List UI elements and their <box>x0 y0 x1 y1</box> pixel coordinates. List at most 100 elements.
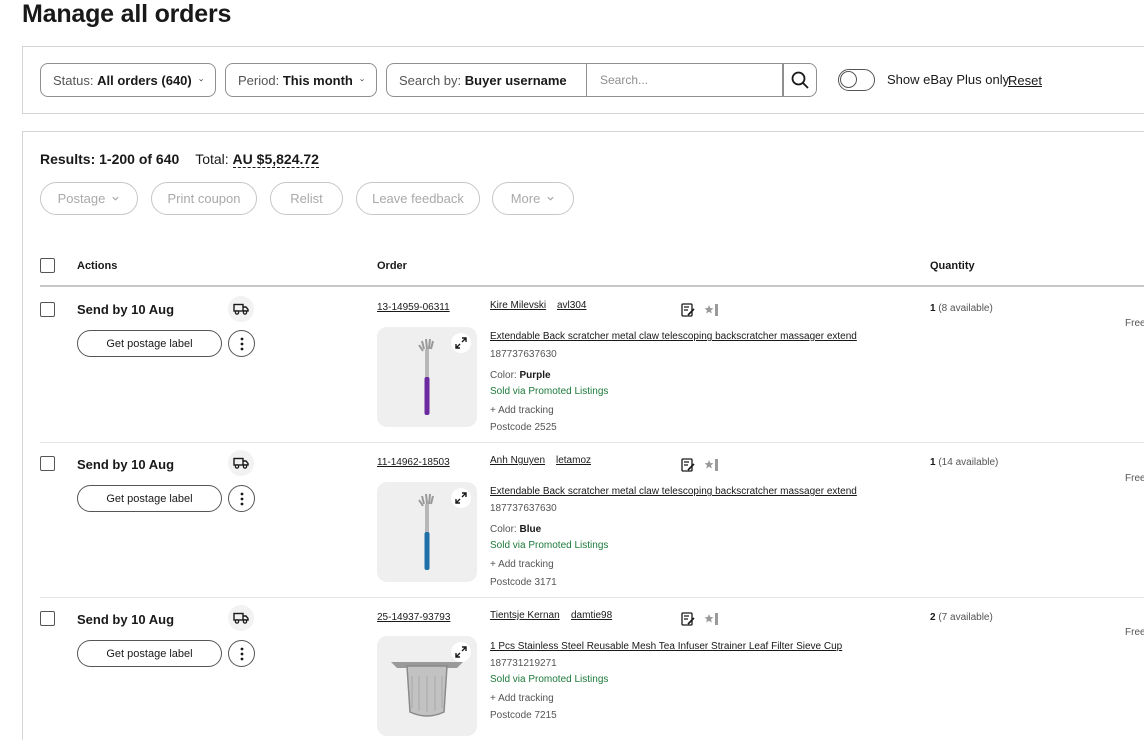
chevron-down-icon <box>360 79 364 82</box>
column-actions[interactable]: Actions <box>77 260 117 272</box>
period-value: This month <box>282 72 353 88</box>
row-checkbox[interactable] <box>40 456 55 471</box>
more-actions-button[interactable] <box>228 640 255 667</box>
item-thumbnail[interactable] <box>377 636 477 736</box>
buyer-username-link[interactable]: letamoz <box>556 455 591 466</box>
column-quantity[interactable]: Quantity <box>930 260 975 272</box>
postage-bulk-button[interactable]: Postage <box>40 182 138 215</box>
available-count: (8 available) <box>938 303 993 314</box>
promoted-listing-label: Sold via Promoted Listings <box>490 386 609 397</box>
shipping-cost: Free <box>1125 627 1144 638</box>
chevron-down-icon <box>547 196 554 201</box>
quantity: 1 (14 available) <box>930 457 998 468</box>
star-icon[interactable] <box>704 612 720 626</box>
more-bulk-button[interactable]: More <box>492 182 574 215</box>
truck-icon <box>228 605 254 631</box>
buyer-username-link[interactable]: avl304 <box>557 300 586 311</box>
relist-button[interactable]: Relist <box>270 182 343 215</box>
get-postage-label-button[interactable]: Get postage label <box>77 640 222 667</box>
order-number-link[interactable]: 13-14959-06311 <box>377 302 450 313</box>
search-by-value: Buyer username <box>464 72 567 88</box>
item-title-link[interactable]: Extendable Back scratcher metal claw tel… <box>490 331 857 342</box>
buyer-name-link[interactable]: Kire Milevski <box>490 300 546 311</box>
buyer-name-link[interactable]: Tientsje Kernan <box>490 610 560 621</box>
search-by-dropdown[interactable]: Search by: Buyer username <box>386 63 587 97</box>
ebay-plus-label: Show eBay Plus only <box>887 72 1010 87</box>
item-title-link[interactable]: Extendable Back scratcher metal claw tel… <box>490 486 857 497</box>
quantity-value: 2 <box>930 612 936 623</box>
row-divider <box>40 597 1144 598</box>
star-icon[interactable] <box>704 458 720 472</box>
promoted-listing-label: Sold via Promoted Listings <box>490 540 609 551</box>
column-order[interactable]: Order <box>377 260 407 272</box>
variation-label: Color: <box>490 370 517 381</box>
status-prefix: Status: <box>53 72 94 88</box>
leave-feedback-button[interactable]: Leave feedback <box>356 182 480 215</box>
buyer-username-link[interactable]: damtie98 <box>571 610 612 621</box>
postcode: Postcode 7215 <box>490 710 557 721</box>
order-number-link[interactable]: 25-14937-93793 <box>377 612 450 623</box>
note-icon[interactable] <box>681 303 695 317</box>
more-actions-button[interactable] <box>228 485 255 512</box>
postage-label: Postage <box>57 191 106 206</box>
get-postage-label-button[interactable]: Get postage label <box>77 330 222 357</box>
item-thumbnail[interactable] <box>377 327 477 427</box>
star-icon[interactable] <box>704 303 720 317</box>
buyer-name-link[interactable]: Anh Nguyen <box>490 455 545 466</box>
item-thumbnail[interactable] <box>377 482 477 582</box>
expand-icon[interactable] <box>451 642 471 662</box>
item-variation: Color: Purple <box>490 370 551 381</box>
order-number-link[interactable]: 11-14962-18503 <box>377 457 450 468</box>
more-vertical-icon <box>240 337 243 350</box>
search-input[interactable]: Search... <box>587 63 783 97</box>
row-divider <box>40 442 1144 443</box>
postcode: Postcode 3171 <box>490 577 557 588</box>
quantity-value: 1 <box>930 303 936 314</box>
print-coupon-button[interactable]: Print coupon <box>151 182 257 215</box>
more-actions-button[interactable] <box>228 330 255 357</box>
available-count: (7 available) <box>938 612 993 623</box>
quantity-value: 1 <box>930 457 936 468</box>
variation-value: Purple <box>519 370 551 381</box>
results-range: 1-200 of 640 <box>99 151 180 167</box>
add-tracking-link[interactable]: + Add tracking <box>490 559 554 570</box>
expand-icon[interactable] <box>451 488 471 508</box>
get-postage-label-button[interactable]: Get postage label <box>77 485 222 512</box>
postcode: Postcode 2525 <box>490 422 557 433</box>
search-by-prefix: Search by: <box>399 72 462 88</box>
truck-icon <box>228 296 254 322</box>
item-id: 187731219271 <box>490 658 557 669</box>
status-dropdown[interactable]: Status: All orders (640) <box>40 63 216 97</box>
note-icon[interactable] <box>681 458 695 472</box>
row-checkbox[interactable] <box>40 611 55 626</box>
item-id: 187737637630 <box>490 503 557 514</box>
results-label: Results: <box>40 151 96 167</box>
note-icon[interactable] <box>681 612 695 626</box>
ebay-plus-toggle[interactable] <box>838 69 875 91</box>
add-tracking-link[interactable]: + Add tracking <box>490 693 554 704</box>
period-dropdown[interactable]: Period: This month <box>225 63 377 97</box>
shipping-cost: Free <box>1125 473 1144 484</box>
total-value[interactable]: AU $5,824.72 <box>232 151 319 168</box>
header-divider <box>40 285 1144 287</box>
search-button[interactable] <box>783 63 817 97</box>
add-tracking-link[interactable]: + Add tracking <box>490 405 554 416</box>
select-all-checkbox[interactable] <box>40 258 55 273</box>
chevron-down-icon <box>112 196 119 201</box>
promoted-listing-label: Sold via Promoted Listings <box>490 674 609 685</box>
row-checkbox[interactable] <box>40 302 55 317</box>
search-icon <box>791 71 809 89</box>
shipping-cost: Free <box>1125 318 1144 329</box>
more-vertical-icon <box>240 647 243 660</box>
quantity: 1 (8 available) <box>930 303 993 314</box>
variation-value: Blue <box>519 524 542 535</box>
more-label: More <box>510 191 541 206</box>
variation-label: Color: <box>490 524 517 535</box>
send-by-date: Send by 10 Aug <box>77 457 175 472</box>
available-count: (14 available) <box>938 457 999 468</box>
quantity: 2 (7 available) <box>930 612 993 623</box>
more-vertical-icon <box>240 492 243 505</box>
item-title-link[interactable]: 1 Pcs Stainless Steel Reusable Mesh Tea … <box>490 641 842 652</box>
reset-link[interactable]: Reset <box>1008 73 1042 88</box>
expand-icon[interactable] <box>451 333 471 353</box>
